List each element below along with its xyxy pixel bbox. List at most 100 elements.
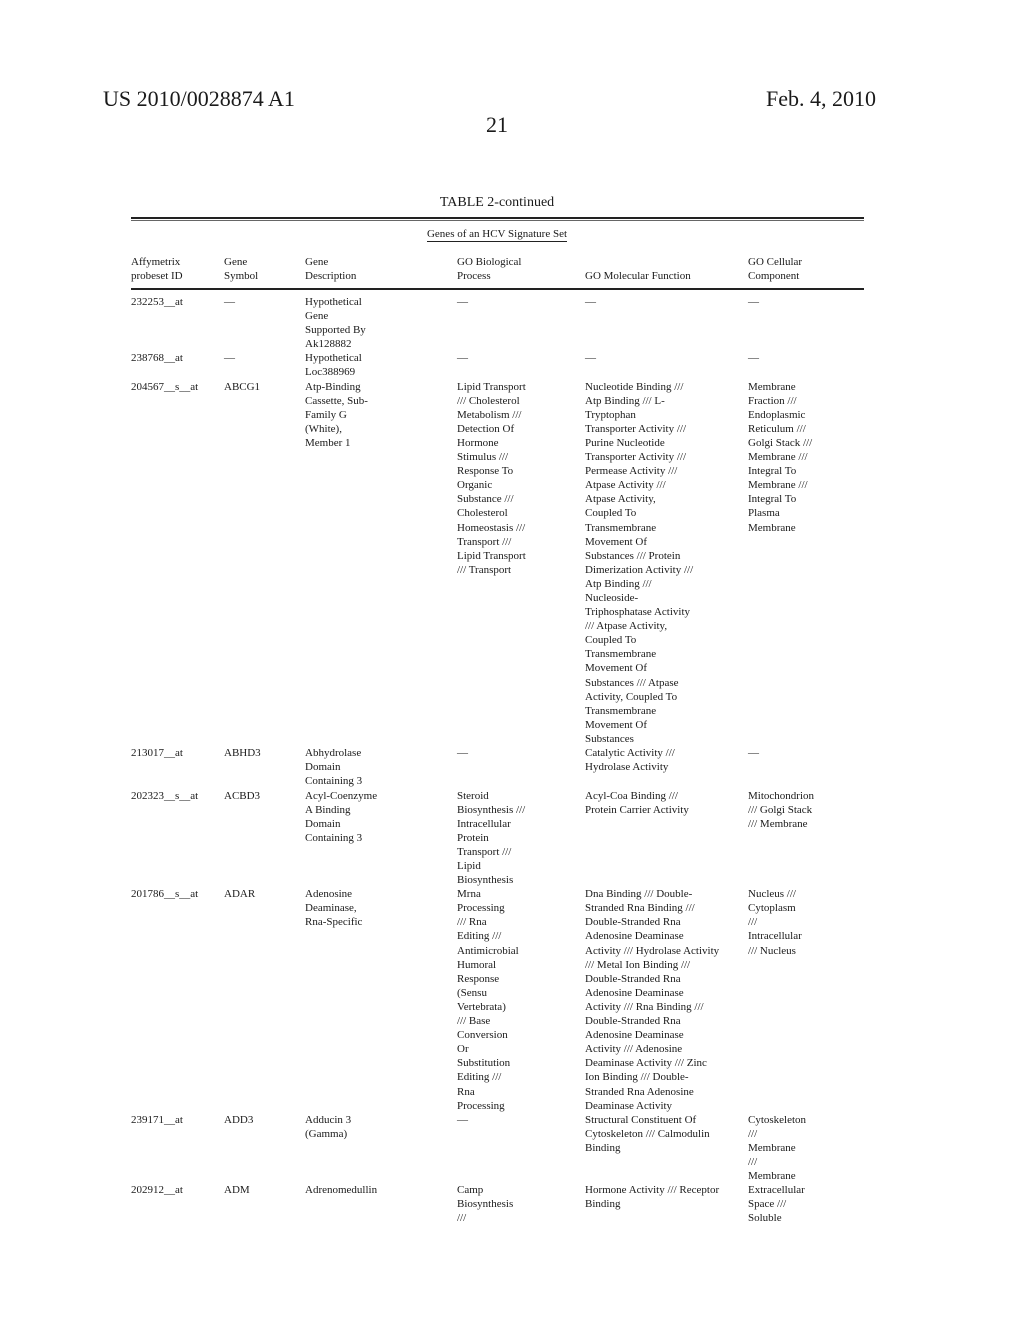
cell-line: (White), — [305, 422, 342, 435]
cell-gene-description: Adrenomedullin — [305, 1183, 377, 1197]
cell-go-cellular-component: — — [748, 746, 759, 760]
cell-line: Biosynthesis — [457, 874, 514, 887]
cell-go-cellular-component: — — [748, 351, 759, 365]
cell-line: Cholesterol — [457, 507, 508, 520]
cell-gene-symbol: ABCG1 — [224, 380, 260, 394]
cell-go-molecular-function: Hormone Activity /// Receptor Binding — [585, 1183, 719, 1211]
cell-line: Atpase Activity /// — [585, 479, 666, 492]
cell-line: Mrna — [457, 888, 481, 901]
cell-line: Double-Stranded Rna — [585, 972, 681, 985]
cell-go-molecular-function: Dna Binding /// Double- Stranded Rna Bind… — [585, 887, 719, 1113]
cell-probeset-id: 202912__at — [131, 1183, 183, 1197]
cell-line: Transporter Activity /// — [585, 422, 687, 435]
cell-line: Substances /// Protein — [585, 549, 681, 562]
cell-go-cellular-component: Nucleus ///Cytoplasm///Intracellular/// … — [748, 887, 802, 957]
cell-line: Acyl-Coenzyme — [305, 789, 378, 802]
cell-line: Transporter Activity /// — [585, 451, 687, 464]
cell-line: Adenosine Deaminase — [585, 930, 684, 943]
cell-line: — — [748, 747, 759, 760]
cell-line: Homeostasis /// — [457, 521, 526, 534]
cell-line: Cytoskeleton — [748, 1113, 807, 1126]
cell-line: 239171__at — [131, 1113, 183, 1126]
cell-line: Lipid — [457, 859, 481, 872]
cell-line: Adenosine Deaminase — [585, 1029, 684, 1042]
cell-line: Cassette, Sub- — [305, 394, 368, 407]
cell-line: Membrane — [748, 1170, 796, 1183]
cell-line: Adenosine — [305, 888, 353, 901]
cell-line: Hormone — [457, 436, 499, 449]
cell-line: Metabolism /// — [457, 408, 522, 421]
cell-line: 232253__at — [131, 296, 183, 308]
column-header-line: Process — [457, 270, 491, 283]
cell-gene-description: Atp-Binding Cassette, Sub- Family G (White)… — [305, 380, 368, 450]
cell-line: — — [224, 352, 235, 365]
cell-line: Substance /// — [457, 493, 514, 506]
cell-line: Detection Of — [457, 422, 515, 435]
cell-gene-symbol: ADM — [224, 1183, 250, 1197]
cell-go-molecular-function: — — [585, 351, 596, 365]
cell-line: Soluble — [748, 1212, 782, 1225]
cell-line: Catalytic Activity /// — [585, 747, 675, 760]
cell-line: ADM — [224, 1184, 250, 1197]
table-top-rule-thin — [131, 220, 864, 221]
cell-line: Triphosphatase Activity — [585, 606, 691, 619]
cell-line: Hypothetical — [305, 352, 362, 365]
cell-line: Stranded Rna Binding /// — [585, 902, 695, 915]
cell-line: — — [457, 296, 468, 308]
cell-line: Dimerization Activity /// — [585, 563, 694, 576]
cell-go-cellular-component: Extracellular Space ///Soluble — [748, 1183, 805, 1225]
cell-line: Activity /// Adenosine — [585, 1043, 683, 1056]
cell-line: (Gamma) — [305, 1127, 348, 1140]
cell-line: Nucleoside- — [585, 592, 639, 604]
cell-line: /// Rna — [457, 916, 487, 929]
cell-line: Acyl-Coa Binding /// — [585, 789, 678, 802]
cell-gene-description: Hypothetical Gene Supported By Ak128882 — [305, 295, 366, 351]
cell-line: Editing /// — [457, 1071, 502, 1084]
cell-line: Processing — [457, 902, 505, 915]
cell-line: Tryptophan — [585, 408, 636, 421]
cell-gene-description: Hypothetical Loc388969 — [305, 351, 362, 379]
cell-line: Membrane — [748, 1141, 796, 1154]
cell-line: — — [224, 296, 235, 308]
patent-number: US 2010/0028874 A1 — [103, 86, 295, 111]
cell-probeset-id: 213017__at — [131, 746, 183, 760]
cell-line: Response — [457, 972, 500, 985]
column-header-line: probeset ID — [131, 270, 183, 283]
cell-line: /// Transport — [457, 563, 512, 576]
cell-go-biological-process: — — [457, 295, 468, 309]
cell-line: — — [748, 296, 759, 308]
cell-line: Editing /// — [457, 930, 502, 943]
cell-gene-symbol: ACBD3 — [224, 789, 260, 803]
cell-line: /// — [748, 1156, 758, 1169]
cell-line: Structural Constituent Of — [585, 1113, 697, 1126]
cell-go-cellular-component: Cytoskeleton///Membrane///Membrane — [748, 1113, 806, 1183]
cell-go-biological-process: Lipid Transport/// Cholesterol Metabolism… — [457, 380, 526, 577]
column-header-line: Affymetrix — [131, 256, 181, 268]
cell-gene-symbol: ADAR — [224, 887, 255, 901]
cell-line: Nucleus /// — [748, 888, 796, 901]
cell-line: Movement Of — [585, 718, 648, 731]
cell-line: Purine Nucleotide — [585, 436, 665, 449]
cell-line: Containing 3 — [305, 775, 363, 788]
cell-line: Lipid Transport — [457, 380, 526, 393]
cell-go-biological-process: — — [457, 746, 468, 760]
cell-line: 213017__at — [131, 747, 183, 760]
cell-line: 204567__s__at — [131, 380, 199, 393]
cell-line: Double-Stranded Rna — [585, 1015, 681, 1028]
page-number: 21 — [486, 112, 508, 137]
cell-line: Golgi Stack /// — [748, 436, 813, 449]
column-header-gene-description: Gene Description — [305, 255, 356, 283]
cell-line: ABHD3 — [224, 747, 261, 760]
cell-line: Endoplasmic — [748, 408, 806, 421]
cell-line: /// Metal Ion Binding /// — [585, 958, 691, 971]
cell-probeset-id: 232253__at — [131, 295, 183, 309]
cell-gene-description: Adenosine Deaminase, Rna-Specific — [305, 887, 362, 929]
cell-line: Atp-Binding — [305, 380, 361, 393]
column-header-line: Description — [305, 270, 357, 283]
cell-line: /// Golgi Stack — [748, 803, 813, 816]
cell-line: Rna — [457, 1085, 475, 1098]
column-header-line: Gene — [305, 256, 329, 268]
cell-line: ACBD3 — [224, 789, 261, 802]
cell-line: Camp — [457, 1184, 484, 1197]
table-top-rule — [131, 217, 864, 219]
